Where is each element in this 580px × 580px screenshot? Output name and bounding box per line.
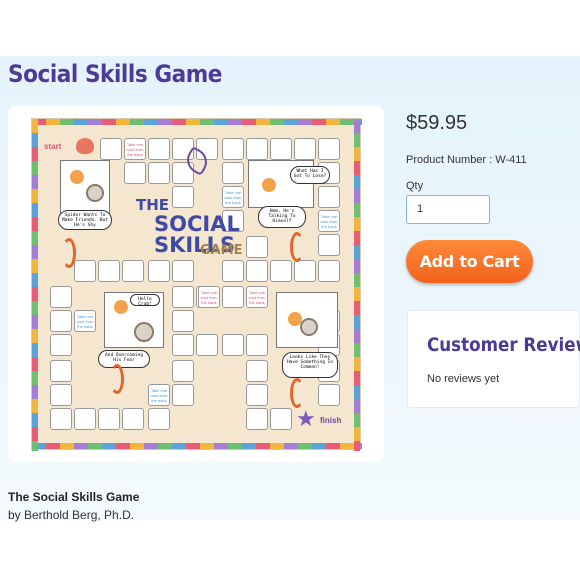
book-author: by Berthold Berg, Ph.D. <box>8 508 135 522</box>
board-square <box>222 260 244 282</box>
border-bottom <box>32 443 362 449</box>
shell-icon <box>76 138 94 154</box>
board-square <box>124 162 146 184</box>
board-square <box>148 408 170 430</box>
board-square <box>222 162 244 184</box>
board-square <box>318 384 340 406</box>
board-square <box>246 384 268 406</box>
board-square <box>98 260 120 282</box>
board-square <box>50 408 72 430</box>
spider-icon <box>70 170 84 184</box>
board-square <box>172 286 194 308</box>
board-square <box>148 260 170 282</box>
board-square <box>222 334 244 356</box>
snail-icon <box>134 322 154 342</box>
board-square <box>172 360 194 382</box>
qty-label: Qty <box>406 180 424 192</box>
board-square <box>222 286 244 308</box>
board-square <box>50 310 72 332</box>
quantity-input[interactable]: 1 <box>406 195 490 224</box>
snake-icon <box>290 232 304 262</box>
board-square <box>318 234 340 256</box>
board-square: Take one card from the bank <box>74 310 96 332</box>
board-square <box>122 408 144 430</box>
board-square <box>196 334 218 356</box>
border-right <box>354 119 360 451</box>
board-square: Take one card from the bank <box>318 210 340 232</box>
speech-bubble: Hello Crab! <box>130 294 160 307</box>
board-square: Take one card from the bank <box>148 384 170 406</box>
board-square <box>318 138 340 160</box>
board-square <box>246 334 268 356</box>
finish-label: finish <box>320 416 342 425</box>
product-number: Product Number : W-411 <box>406 154 527 166</box>
board-square <box>172 384 194 406</box>
board-square: Take one card from the bank <box>124 138 146 160</box>
board-square <box>270 260 292 282</box>
book-title: The Social Skills Game <box>8 490 140 504</box>
board-square <box>98 408 120 430</box>
board-square <box>270 408 292 430</box>
spider-icon <box>114 300 128 314</box>
board-square <box>222 138 244 160</box>
board-square <box>50 334 72 356</box>
board-square <box>246 408 268 430</box>
board-square <box>318 186 340 208</box>
board-square: Take one card from the bank <box>222 186 244 208</box>
board-square <box>148 162 170 184</box>
speech-bubble: Hmm, He's Talking To Himself <box>258 206 306 228</box>
start-label: start <box>44 142 62 151</box>
board-square <box>74 408 96 430</box>
spider-icon <box>262 178 276 192</box>
star-icon: ★ <box>296 406 316 431</box>
border-top <box>32 119 362 125</box>
snake-icon <box>62 238 76 268</box>
board-square <box>172 186 194 208</box>
reviews-empty-text: No reviews yet <box>427 373 500 385</box>
board-square <box>50 360 72 382</box>
border-left <box>32 119 38 451</box>
board-square <box>246 138 268 160</box>
speech-bubble: What Has I Got To Lose? <box>290 166 330 184</box>
snail-icon <box>300 318 318 336</box>
board-square <box>246 360 268 382</box>
snail-icon <box>86 184 104 202</box>
board-square <box>148 138 170 160</box>
board-square <box>100 138 122 160</box>
board-square <box>172 260 194 282</box>
snake-icon <box>110 364 124 394</box>
speech-bubble: Looks Like They Have Something In Common… <box>282 352 338 378</box>
board-square: Take one card from the bank <box>246 286 268 308</box>
board-square <box>294 260 316 282</box>
board-square <box>74 260 96 282</box>
reviews-title: Customer Reviews <box>427 334 580 356</box>
reviews-panel <box>407 310 580 408</box>
board-square <box>318 260 340 282</box>
board-square <box>172 334 194 356</box>
board-square <box>50 384 72 406</box>
board-square <box>50 286 72 308</box>
board-square: Take one card from the bank <box>198 286 220 308</box>
board-square <box>270 138 292 160</box>
speech-bubble: Spider Wants To Make Friends. But He's S… <box>58 210 112 230</box>
snake-icon <box>290 378 304 408</box>
board-square <box>246 260 268 282</box>
board-square <box>246 236 268 258</box>
board-square <box>294 138 316 160</box>
board-square <box>172 310 194 332</box>
page-title: Social Skills Game <box>8 60 222 88</box>
board-square <box>122 260 144 282</box>
speech-bubble: And Overcoming His Fear <box>98 350 150 368</box>
product-price: $59.95 <box>406 112 468 134</box>
add-to-cart-button[interactable]: Add to Cart <box>406 240 533 283</box>
